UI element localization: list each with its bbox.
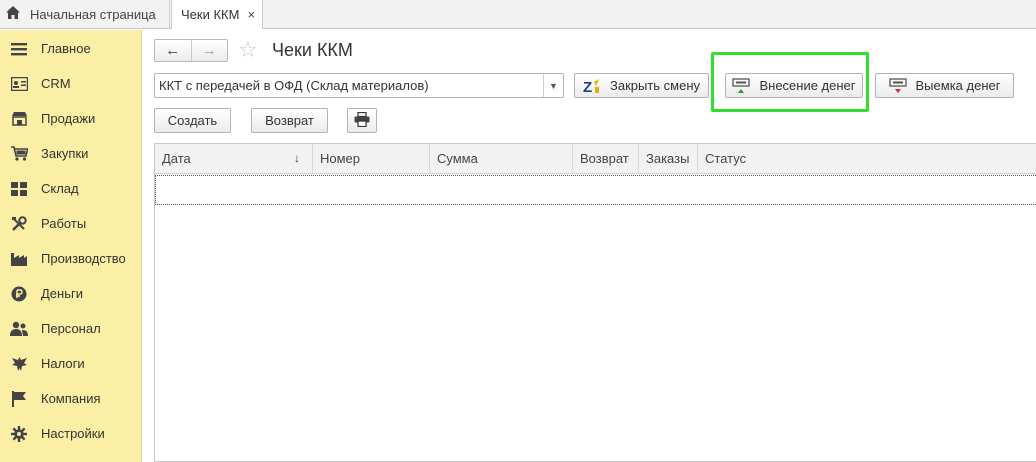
flag-icon <box>10 390 28 408</box>
tab-checks-kkm[interactable]: Чеки ККМ × <box>171 0 263 29</box>
cash-out-button[interactable]: Выемка денег <box>875 73 1014 98</box>
eagle-icon <box>10 355 28 373</box>
tools-icon <box>10 215 28 233</box>
sidebar-item-label: Склад <box>41 181 79 196</box>
page-title: Чеки ККМ <box>272 40 353 60</box>
column-header-status[interactable]: Статус <box>698 144 1036 173</box>
column-header-return[interactable]: Возврат <box>573 144 639 173</box>
sidebar-item-label: Налоги <box>41 356 85 371</box>
gear-icon <box>10 425 28 443</box>
menu-icon <box>10 40 28 58</box>
tab-bar: Начальная страница Чеки ККМ × <box>0 0 1036 29</box>
sidebar-item-money[interactable]: Деньги <box>0 276 142 311</box>
sidebar-item-personnel[interactable]: Персонал <box>0 311 142 346</box>
create-label: Создать <box>167 113 218 128</box>
back-button[interactable]: ← <box>155 40 192 61</box>
return-button[interactable]: Возврат <box>251 108 328 133</box>
tab-home-label: Начальная страница <box>30 6 156 22</box>
sidebar: Главное CRM Продажи Закупки Склад Работы… <box>0 30 142 462</box>
z-report-icon: Z <box>583 78 601 94</box>
return-label: Возврат <box>265 113 314 128</box>
warehouse-icon <box>10 180 28 198</box>
tab-home[interactable]: Начальная страница <box>0 0 170 28</box>
tab-checks-kkm-label: Чеки ККМ <box>181 7 240 22</box>
printer-icon <box>354 111 370 130</box>
shop-icon <box>10 110 28 128</box>
svg-text:Z: Z <box>583 79 592 94</box>
close-shift-label: Закрыть смену <box>609 78 701 93</box>
column-header-orders[interactable]: Заказы <box>639 144 698 173</box>
sidebar-item-label: Продажи <box>41 111 96 126</box>
sidebar-item-label: Работы <box>41 216 87 231</box>
sidebar-item-label: Главное <box>41 41 91 56</box>
nav-buttons: ← → <box>154 39 228 62</box>
sidebar-item-production[interactable]: Производство <box>0 241 142 276</box>
sidebar-item-purchases[interactable]: Закупки <box>0 136 142 171</box>
sidebar-item-crm[interactable]: CRM <box>0 66 142 101</box>
sidebar-item-works[interactable]: Работы <box>0 206 142 241</box>
sidebar-item-company[interactable]: Компания <box>0 381 142 416</box>
column-header-sum[interactable]: Сумма <box>430 144 573 173</box>
forward-button[interactable]: → <box>192 40 228 61</box>
sidebar-item-label: Персонал <box>41 321 101 336</box>
cash-out-label: Выемка денег <box>915 78 1001 93</box>
sidebar-item-main[interactable]: Главное <box>0 31 142 66</box>
column-header-number[interactable]: Номер <box>313 144 430 173</box>
sidebar-item-label: Закупки <box>41 146 89 161</box>
crm-icon <box>10 75 28 93</box>
sidebar-item-taxes[interactable]: Налоги <box>0 346 142 381</box>
kkt-select[interactable]: ККТ с передачей в ОФД (Склад материалов)… <box>154 73 564 98</box>
sidebar-item-label: Деньги <box>41 286 83 301</box>
sort-desc-icon: ↓ <box>294 151 300 165</box>
table-header: Дата ↓ Номер Сумма Возврат Заказы Статус <box>155 144 1036 174</box>
people-icon <box>10 320 28 338</box>
star-icon[interactable]: ☆ <box>238 37 258 63</box>
factory-icon <box>10 250 28 268</box>
create-button[interactable]: Создать <box>154 108 231 133</box>
sidebar-item-label: Компания <box>41 391 101 406</box>
print-button[interactable] <box>347 108 377 133</box>
sidebar-item-label: CRM <box>41 76 71 91</box>
sidebar-item-sales[interactable]: Продажи <box>0 101 142 136</box>
sidebar-item-warehouse[interactable]: Склад <box>0 171 142 206</box>
cash-out-icon <box>888 77 907 94</box>
table-row[interactable] <box>155 175 1036 205</box>
ruble-icon <box>10 285 28 303</box>
highlight-frame <box>711 52 869 112</box>
main-panel: ← → ☆ Чеки ККМ ККТ с передачей в ОФД (Ск… <box>143 30 1036 462</box>
sidebar-item-label: Настройки <box>41 426 105 441</box>
checks-table: Дата ↓ Номер Сумма Возврат Заказы Статус <box>154 143 1036 462</box>
kkt-select-value: ККТ с передачей в ОФД (Склад материалов) <box>159 78 429 93</box>
home-icon <box>6 6 30 22</box>
sidebar-item-settings[interactable]: Настройки <box>0 416 142 451</box>
chevron-down-icon[interactable]: ▼ <box>543 74 563 97</box>
column-header-date[interactable]: Дата ↓ <box>155 144 313 173</box>
sidebar-item-label: Производство <box>41 251 126 266</box>
close-icon[interactable]: × <box>247 7 255 22</box>
close-shift-button[interactable]: Z Закрыть смену <box>574 73 709 98</box>
cart-icon <box>10 145 28 163</box>
